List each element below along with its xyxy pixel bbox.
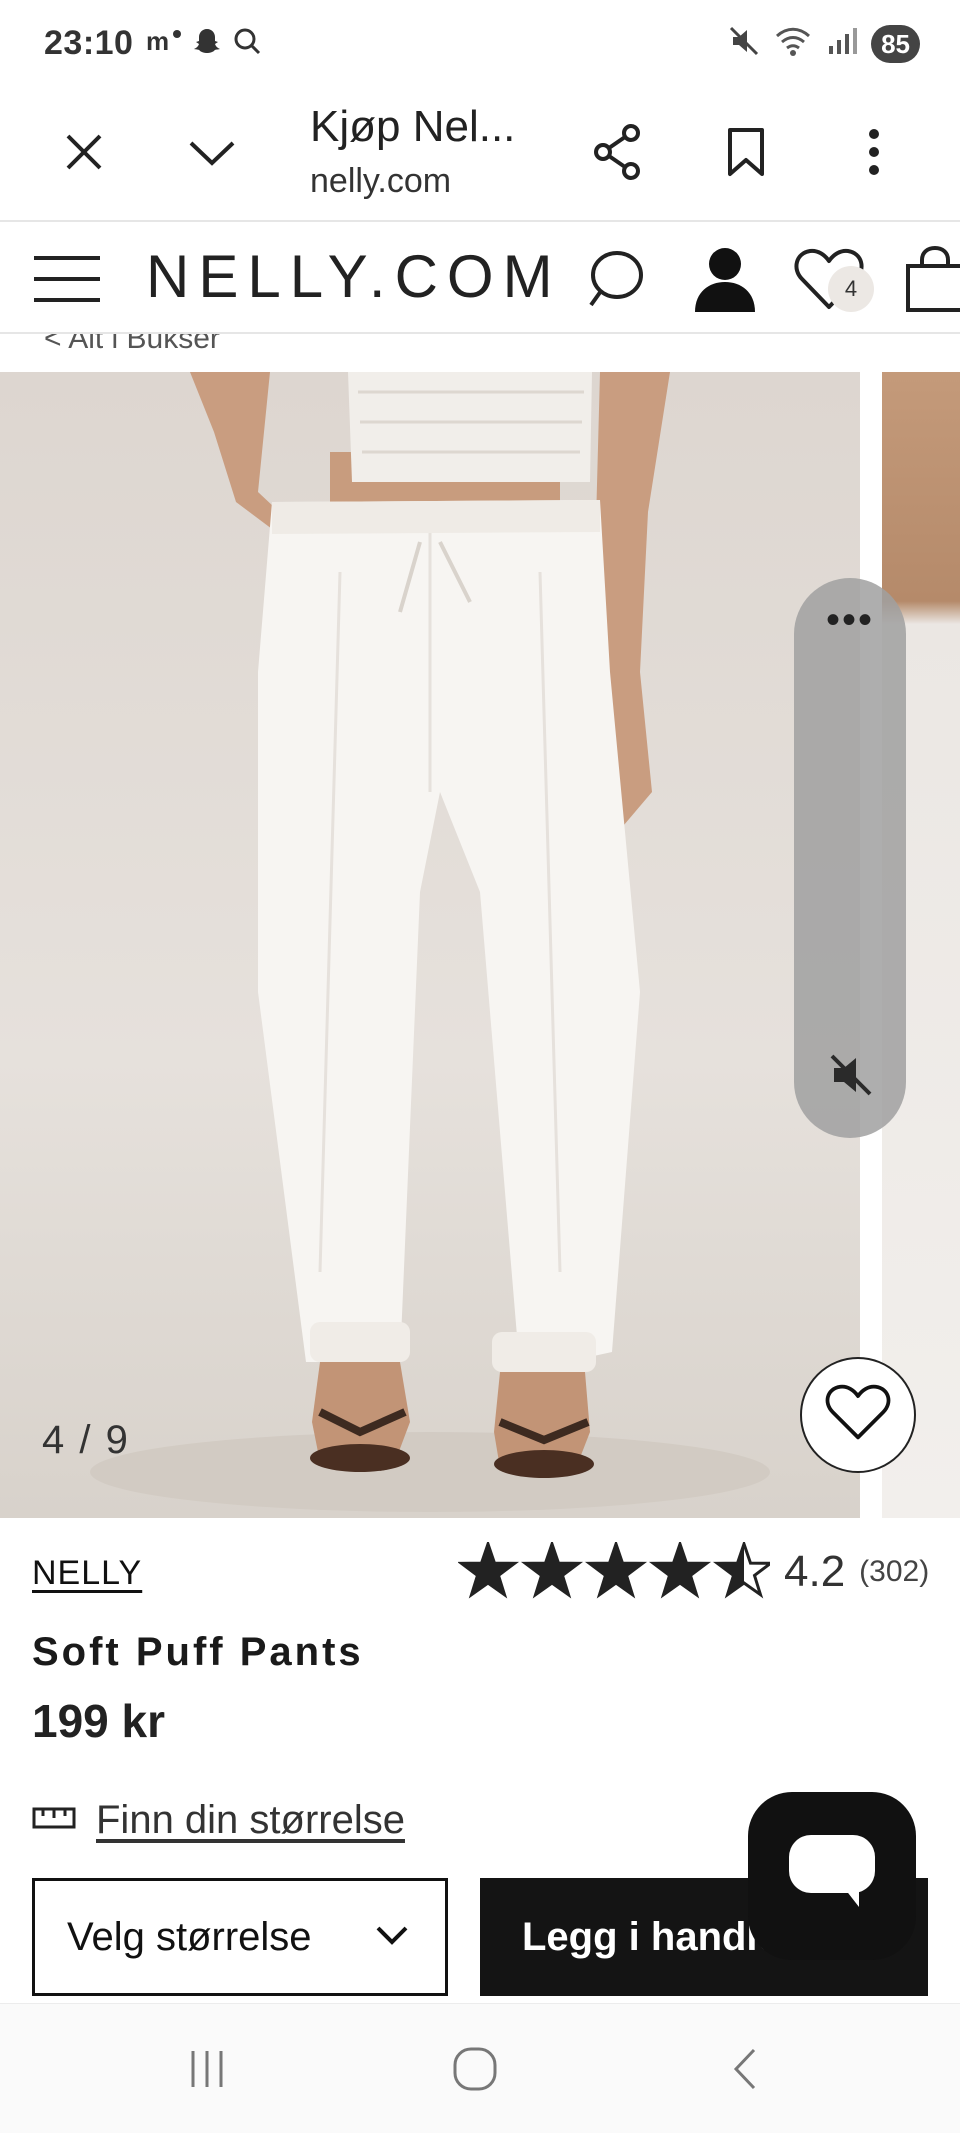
account-icon[interactable]: [688, 242, 762, 316]
image-counter: 4 / 9: [42, 1418, 130, 1462]
breadcrumb[interactable]: < Alt i Bukser: [44, 334, 220, 356]
mute-icon: [727, 24, 761, 63]
product-price: 199 kr: [32, 1695, 166, 1747]
battery-indicator: 85: [871, 24, 920, 63]
home-icon[interactable]: [430, 2034, 520, 2104]
product-name: Soft Puff Pants: [32, 1630, 364, 1674]
site-header: NELLY.COM: [0, 224, 960, 334]
media-control-panel[interactable]: •••: [794, 578, 906, 1138]
page-title[interactable]: Kjøp Nel...: [310, 102, 515, 152]
add-to-wishlist-button[interactable]: [800, 1357, 916, 1473]
more-horiz-icon[interactable]: •••: [794, 598, 906, 643]
product-rating[interactable]: 4.2 (302): [458, 1542, 929, 1602]
ruler-icon: [32, 1807, 76, 1834]
menu-icon[interactable]: [30, 242, 104, 316]
system-navigation-bar: [0, 2003, 960, 2133]
bookmark-icon[interactable]: [706, 112, 786, 192]
search-icon: [232, 26, 262, 61]
more-vert-icon[interactable]: [834, 112, 914, 192]
status-bar: 23:10 m 85: [0, 0, 960, 88]
size-guide-link[interactable]: Finn din størrelse: [32, 1798, 405, 1843]
brand-link[interactable]: NELLY: [32, 1554, 142, 1593]
size-select[interactable]: Velg størrelse: [32, 1878, 448, 1996]
back-icon[interactable]: [700, 2034, 790, 2104]
recent-apps-icon[interactable]: [162, 2034, 252, 2104]
site-logo[interactable]: NELLY.COM: [146, 242, 562, 311]
chevron-down-icon[interactable]: [172, 112, 252, 192]
product-image[interactable]: [0, 372, 860, 1518]
browser-toolbar: Kjøp Nel... nelly.com: [0, 88, 960, 222]
page-url[interactable]: nelly.com: [310, 162, 451, 201]
rating-stars: [458, 1542, 770, 1599]
wifi-icon: [773, 24, 813, 63]
size-guide-label[interactable]: Finn din størrelse: [96, 1798, 405, 1843]
snapchat-icon: [192, 26, 222, 61]
chat-icon: [787, 1833, 877, 1920]
share-icon[interactable]: [578, 112, 658, 192]
size-select-label: Velg størrelse: [67, 1914, 312, 1959]
signal-icon: [825, 24, 859, 63]
rating-value: 4.2: [784, 1547, 846, 1596]
product-gallery[interactable]: 4 / 9 •••: [0, 372, 960, 1518]
wishlist-count-badge: 4: [828, 266, 874, 312]
svg-text:m: m: [146, 26, 169, 56]
cart-icon[interactable]: [898, 242, 960, 316]
meta-icon: m: [146, 26, 182, 61]
chat-button[interactable]: [748, 1792, 916, 1960]
rating-count: (302): [859, 1555, 930, 1588]
search-icon[interactable]: [578, 242, 652, 316]
heart-icon: [825, 1383, 891, 1448]
volume-off-icon[interactable]: [828, 1052, 874, 1103]
status-time: 23:10: [44, 24, 134, 62]
chevron-down-icon: [375, 1924, 409, 1951]
close-icon[interactable]: [44, 112, 124, 192]
